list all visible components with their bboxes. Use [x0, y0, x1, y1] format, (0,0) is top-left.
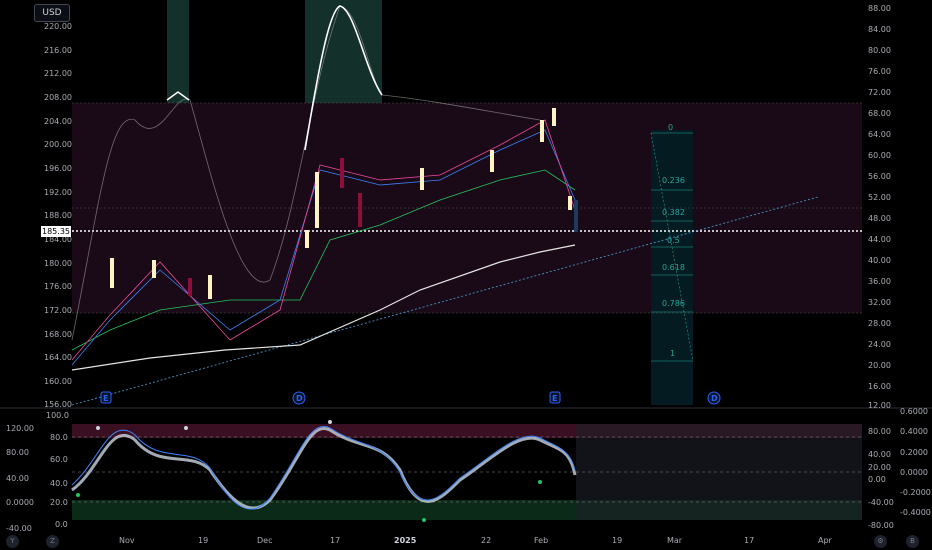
svg-text:44.00: 44.00: [868, 235, 891, 244]
current-price-tag: 185.35: [41, 226, 71, 237]
event-marker-e1[interactable]: E: [100, 391, 112, 404]
price-axis-left: 220.00 216.00 212.00 208.00 204.00 200.0…: [44, 22, 72, 409]
svg-text:-0.2000: -0.2000: [900, 488, 931, 497]
fib-label-0: 0: [668, 123, 673, 132]
svg-text:156.00: 156.00: [44, 400, 72, 409]
svg-text:180.00: 180.00: [44, 259, 72, 268]
currency-button[interactable]: USD: [34, 4, 70, 22]
svg-text:32.00: 32.00: [868, 298, 891, 307]
svg-text:E: E: [103, 394, 108, 403]
svg-text:16.00: 16.00: [868, 382, 891, 391]
svg-text:19: 19: [612, 536, 622, 545]
svg-text:168.00: 168.00: [44, 330, 72, 339]
svg-text:164.00: 164.00: [44, 353, 72, 362]
svg-text:80.00: 80.00: [868, 46, 891, 55]
svg-text:28.00: 28.00: [868, 319, 891, 328]
bottom-left-y-button[interactable]: Y: [6, 535, 19, 548]
svg-text:Apr: Apr: [818, 536, 833, 545]
svg-text:20.0: 20.0: [50, 498, 68, 507]
svg-text:80.00: 80.00: [868, 427, 891, 436]
fib-label-0618: 0.618: [662, 263, 685, 272]
svg-text:72.00: 72.00: [868, 88, 891, 97]
svg-text:36.00: 36.00: [868, 277, 891, 286]
svg-text:Nov: Nov: [119, 536, 135, 545]
svg-text:D: D: [296, 394, 303, 403]
time-axis: Nov 19 Dec 17 2025 22 Feb 19 Mar 17 Apr: [119, 536, 833, 545]
svg-text:D: D: [711, 394, 718, 403]
osc-axis-left: 100.0 120.00 80.0 80.00 60.0 40.00 40.0 …: [6, 411, 69, 533]
svg-text:0.0000: 0.0000: [900, 468, 928, 477]
svg-text:0.4000: 0.4000: [900, 427, 928, 436]
svg-text:-40.00: -40.00: [868, 498, 894, 507]
svg-text:68.00: 68.00: [868, 109, 891, 118]
svg-text:120.00: 120.00: [6, 424, 34, 433]
svg-text:Feb: Feb: [534, 536, 548, 545]
svg-text:22: 22: [481, 536, 491, 545]
svg-text:E: E: [552, 394, 557, 403]
svg-text:0.2000: 0.2000: [900, 448, 928, 457]
svg-text:88.00: 88.00: [868, 4, 891, 13]
svg-text:17: 17: [330, 536, 340, 545]
event-marker-d2[interactable]: D: [707, 391, 721, 405]
svg-text:20.00: 20.00: [868, 361, 891, 370]
svg-text:160.00: 160.00: [44, 377, 72, 386]
svg-text:56.00: 56.00: [868, 172, 891, 181]
svg-text:192.00: 192.00: [44, 188, 72, 197]
event-marker-d1[interactable]: D: [292, 391, 306, 405]
svg-text:60.0: 60.0: [50, 455, 68, 464]
price-axis-right: 88.00 84.00 80.00 76.00 72.00 68.00 64.0…: [868, 4, 891, 410]
svg-text:80.0: 80.0: [50, 433, 68, 442]
svg-text:-0.4000: -0.4000: [900, 508, 931, 517]
fib-label-1: 1: [670, 349, 675, 358]
settings-icon[interactable]: ⚙: [874, 535, 887, 548]
svg-text:40.00: 40.00: [6, 474, 29, 483]
svg-text:52.00: 52.00: [868, 193, 891, 202]
svg-text:208.00: 208.00: [44, 93, 72, 102]
svg-text:40.00: 40.00: [868, 450, 891, 459]
svg-text:196.00: 196.00: [44, 164, 72, 173]
svg-text:Mar: Mar: [667, 536, 683, 545]
svg-text:216.00: 216.00: [44, 46, 72, 55]
svg-text:-40.00: -40.00: [6, 524, 32, 533]
vertical-highlight-1: [167, 0, 189, 103]
svg-text:60.00: 60.00: [868, 151, 891, 160]
svg-text:2025: 2025: [394, 536, 417, 545]
svg-text:24.00: 24.00: [868, 340, 891, 349]
svg-text:-80.00: -80.00: [868, 521, 894, 530]
svg-text:172.00: 172.00: [44, 306, 72, 315]
main-chart-canvas[interactable]: 0 0.236 0.382 0.5 0.618 0.786 1 E D E D …: [0, 0, 932, 550]
svg-text:0.00: 0.00: [868, 475, 886, 484]
svg-text:76.00: 76.00: [868, 67, 891, 76]
fib-label-0786: 0.786: [662, 299, 685, 308]
fib-label-0382: 0.382: [662, 208, 685, 217]
bottom-right-b-button[interactable]: B: [906, 535, 919, 548]
svg-text:12.00: 12.00: [868, 401, 891, 410]
svg-text:17: 17: [744, 536, 754, 545]
svg-text:80.00: 80.00: [6, 448, 29, 457]
osc-signal-line: [71, 426, 577, 510]
bottom-left-z-button[interactable]: Z: [46, 535, 59, 548]
event-marker-e2[interactable]: E: [549, 391, 561, 404]
svg-text:0.0000: 0.0000: [6, 498, 34, 507]
svg-text:204.00: 204.00: [44, 117, 72, 126]
svg-text:19: 19: [198, 536, 208, 545]
svg-text:48.00: 48.00: [868, 214, 891, 223]
svg-text:Dec: Dec: [257, 536, 272, 545]
svg-text:64.00: 64.00: [868, 130, 891, 139]
svg-text:100.0: 100.0: [46, 411, 69, 420]
svg-text:0.6000: 0.6000: [900, 407, 928, 416]
fib-label-0236: 0.236: [662, 176, 685, 185]
svg-text:20.00: 20.00: [868, 463, 891, 472]
svg-text:0.0: 0.0: [55, 520, 68, 529]
svg-text:40.00: 40.00: [868, 256, 891, 265]
svg-text:200.00: 200.00: [44, 140, 72, 149]
osc-axis-right: 80.00 40.00 20.00 0.00 -40.00 -80.00 0.6…: [868, 407, 931, 530]
svg-text:212.00: 212.00: [44, 69, 72, 78]
svg-text:84.00: 84.00: [868, 25, 891, 34]
svg-text:188.00: 188.00: [44, 211, 72, 220]
svg-text:40.0: 40.0: [50, 479, 68, 488]
svg-text:220.00: 220.00: [44, 22, 72, 31]
svg-text:176.00: 176.00: [44, 282, 72, 291]
